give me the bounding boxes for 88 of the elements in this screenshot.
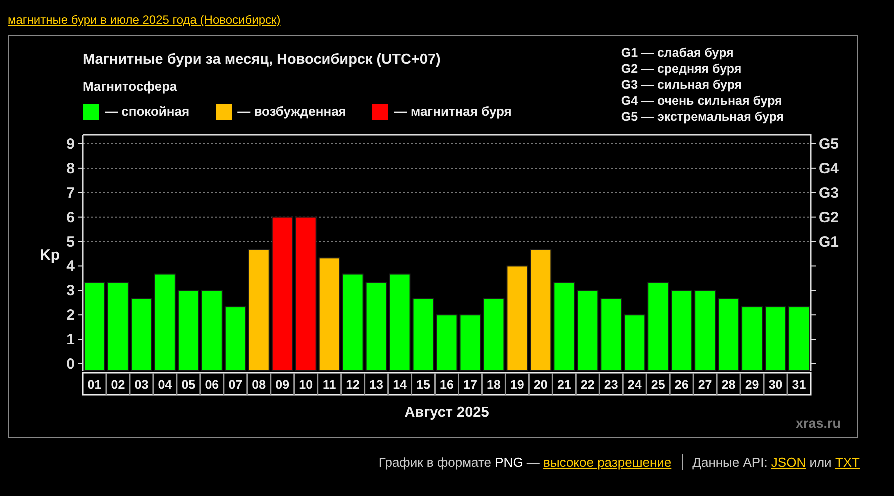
day-label: 09 <box>276 378 290 392</box>
tick-mark <box>810 266 816 267</box>
axis-label: 2 <box>66 307 75 324</box>
axis-label: G4 <box>819 160 840 178</box>
axis-label: 5 <box>66 234 75 251</box>
day-label: 18 <box>487 378 501 392</box>
axis-label: 8 <box>66 160 75 178</box>
bar <box>788 306 810 372</box>
day-label: 16 <box>440 378 454 392</box>
axis-label: 1 <box>66 332 75 349</box>
txt-link[interactable]: TXT <box>835 454 860 470</box>
tick-mark <box>78 216 84 218</box>
tick-mark <box>810 290 816 292</box>
bar <box>765 306 787 372</box>
axis-label: 9 <box>66 136 75 153</box>
tick-mark <box>810 216 816 218</box>
axis-label: 7 <box>66 184 75 202</box>
month-link[interactable]: магнитные бури в июле 2025 года (Новосибирск) <box>8 13 281 27</box>
day-label: 25 <box>651 378 666 392</box>
bar <box>742 306 764 372</box>
day-label: 02 <box>111 378 126 392</box>
tick-mark <box>810 241 816 242</box>
day-label: 03 <box>134 378 149 392</box>
axis-label: G2 <box>819 209 840 226</box>
legend-label: — спокойная <box>105 103 190 121</box>
axis-label: 4 <box>66 258 75 276</box>
site-credit: xras.ru <box>796 416 841 431</box>
json-link[interactable]: JSON <box>771 454 806 470</box>
legend-heading: Магнитосфера <box>83 79 178 95</box>
day-label: 15 <box>416 378 430 392</box>
day-label: 24 <box>628 378 642 392</box>
axis-label: G1 <box>819 234 840 251</box>
day-label: 14 <box>393 378 407 392</box>
day-label: 23 <box>604 378 618 392</box>
tick-mark <box>78 290 84 292</box>
day-label: 05 <box>182 378 196 392</box>
day-label: 08 <box>252 378 266 392</box>
day-label: 17 <box>464 378 478 392</box>
bar <box>460 314 482 372</box>
axis-label: 0 <box>66 356 75 373</box>
bar <box>224 306 246 372</box>
tick-mark <box>810 314 816 316</box>
day-label: 01 <box>88 378 102 392</box>
bar <box>436 314 458 372</box>
bar <box>624 314 646 372</box>
scale-note: G1 — слабая буря <box>621 45 735 61</box>
tick-mark <box>78 241 84 242</box>
resolution-link[interactable]: высокое разрешение <box>544 454 672 470</box>
day-label: 11 <box>322 378 336 392</box>
tick-mark <box>810 192 816 194</box>
day-label: 12 <box>346 378 360 392</box>
axis-title: Kp <box>40 247 60 264</box>
day-label: 31 <box>792 378 806 392</box>
axis-label: G5 <box>819 136 840 153</box>
day-label: 26 <box>674 378 689 392</box>
day-label: 20 <box>534 378 548 392</box>
scale-note: G4 — очень сильная буря <box>621 93 784 109</box>
format-note: График в формате PNG — высокое разрешение <box>378 454 672 470</box>
day-label: 07 <box>228 378 243 392</box>
axis-title: Август 2025 <box>404 404 490 423</box>
legend-label: — магнитная буря <box>394 103 512 121</box>
day-label: 21 <box>557 378 572 392</box>
axis-label: 6 <box>66 209 75 226</box>
day-label: 04 <box>158 378 172 392</box>
day-label: 10 <box>299 378 314 392</box>
day-label: 30 <box>768 378 783 392</box>
tick-mark <box>78 266 84 267</box>
tick-mark <box>810 339 816 340</box>
tick-mark <box>78 314 84 316</box>
tick-mark <box>810 168 816 169</box>
tick-mark <box>78 168 84 169</box>
scale-note: G3 — сильная буря <box>621 77 744 93</box>
tick-mark <box>78 192 84 194</box>
day-label: 29 <box>745 378 760 392</box>
axis-label: 3 <box>66 282 75 300</box>
api-note: Данные API: JSON или TXT <box>692 454 860 470</box>
tick-mark <box>78 339 84 340</box>
day-label: 06 <box>205 378 220 392</box>
day-label: 22 <box>580 378 595 392</box>
day-label: 28 <box>722 378 736 392</box>
day-label: 13 <box>370 378 384 392</box>
axis-label: G3 <box>819 184 840 202</box>
day-label: 27 <box>698 378 712 392</box>
legend-label: — возбужденная <box>238 103 346 121</box>
scale-note: G2 — средняя буря <box>621 61 743 77</box>
chart-title: Магнитные бури за месяц, Новосибирск (UTC+07) <box>83 51 442 69</box>
scale-note: G5 — экстремальная буря <box>621 109 784 125</box>
day-label: 19 <box>510 378 524 392</box>
